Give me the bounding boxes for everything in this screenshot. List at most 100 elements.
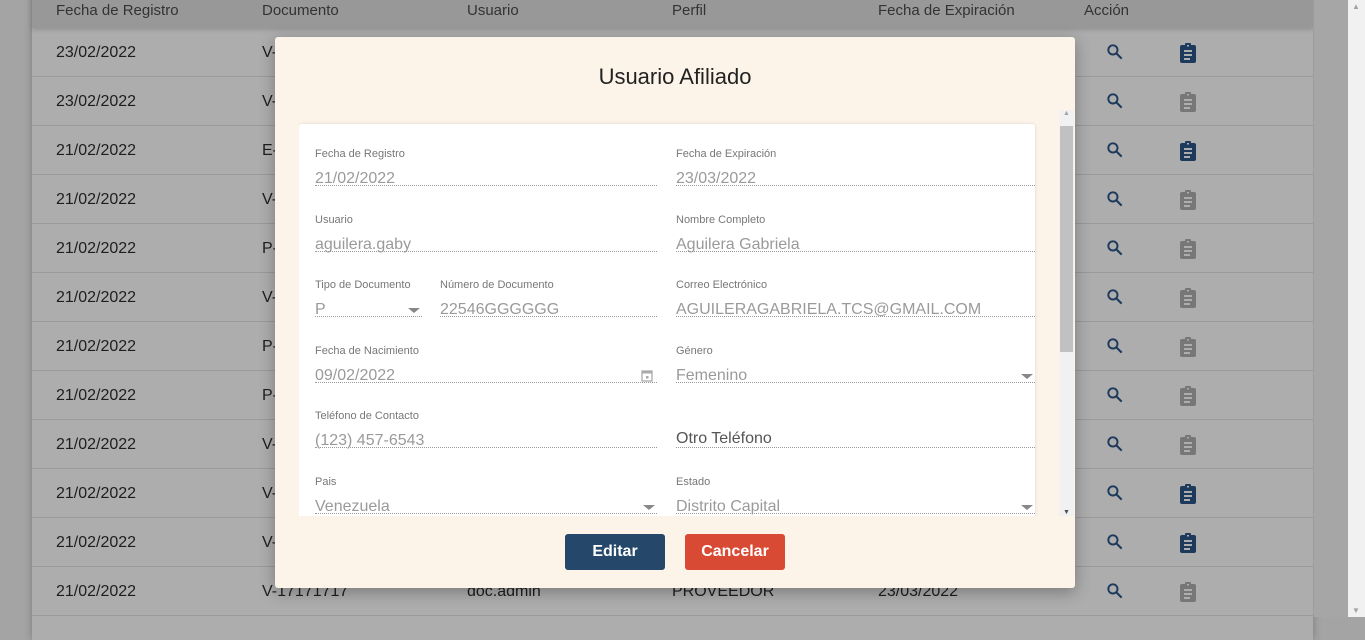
chevron-down-icon[interactable] [1021, 504, 1033, 510]
search-icon[interactable] [1105, 336, 1125, 361]
fecha-expiracion-value: 23/03/2022 [676, 170, 757, 187]
fecha-registro-field[interactable]: Fecha de Registro 21/02/2022 [315, 136, 657, 187]
nacimiento-field[interactable]: Fecha de Nacimiento 09/02/2022 [315, 333, 657, 384]
clipboard-icon[interactable] [1178, 581, 1198, 608]
page-scrollbar[interactable]: ▲ ▼ [1348, 0, 1365, 617]
search-icon[interactable] [1105, 483, 1125, 508]
nombre-field[interactable]: Nombre Completo Aguilera Gabriela [676, 202, 1035, 253]
cell-fecha-registro: 21/02/2022 [56, 142, 137, 159]
tipo-doc-label: Tipo de Documento [315, 279, 411, 291]
correo-value: AGUILERAGABRIELA.TCS@GMAIL.COM [676, 301, 982, 318]
clipboard-icon[interactable] [1178, 434, 1198, 461]
edit-button[interactable]: Editar [565, 534, 665, 570]
search-icon[interactable] [1105, 238, 1125, 263]
nombre-value: Aguilera Gabriela [676, 235, 800, 253]
search-icon[interactable] [1105, 581, 1125, 606]
correo-field[interactable]: Correo Electrónico AGUILERAGABRIELA.TCS@G… [676, 267, 1035, 318]
fecha-registro-value: 21/02/2022 [315, 170, 396, 187]
clipboard-icon[interactable] [1178, 287, 1198, 314]
cell-fecha-registro: 21/02/2022 [56, 485, 137, 502]
genero-value: Femenino [676, 366, 748, 384]
clipboard-icon[interactable] [1178, 532, 1198, 559]
usuario-label: Usuario [315, 213, 353, 226]
header-usuario[interactable]: Usuario [467, 2, 519, 19]
modal-title: Usuario Afiliado [598, 64, 752, 89]
scroll-down-icon[interactable]: ▼ [1352, 606, 1360, 615]
pais-field[interactable]: Pais Venezuela [315, 464, 657, 515]
estado-field[interactable]: Estado Distrito Capital [676, 464, 1035, 515]
tipo-doc-value: P [315, 301, 326, 318]
clipboard-icon[interactable] [1178, 336, 1198, 363]
clipboard-icon[interactable] [1178, 189, 1198, 216]
user-detail-modal: Usuario Afiliado Fecha de Registro 21/02/… [275, 37, 1075, 588]
correo-label: Correo Electrónico [676, 279, 768, 291]
cell-fecha-registro: 21/02/2022 [56, 534, 137, 551]
search-icon[interactable] [1105, 189, 1125, 214]
usuario-value: aguilera.gaby [315, 235, 412, 253]
search-icon[interactable] [1105, 91, 1125, 116]
header-perfil[interactable]: Perfil [672, 2, 706, 19]
pais-label: Pais [315, 475, 337, 488]
scroll-up-icon[interactable]: ▲ [1352, 2, 1360, 11]
clipboard-icon[interactable] [1178, 385, 1198, 412]
cell-fecha-registro: 21/02/2022 [56, 436, 137, 453]
header-fecha-expiracion[interactable]: Fecha de Expiración [878, 2, 1015, 19]
chevron-down-icon[interactable] [408, 308, 420, 313]
telefono-value: (123) 457-6543 [315, 432, 425, 449]
chevron-down-icon[interactable] [1021, 373, 1033, 379]
fecha-expiracion-label: Fecha de Expiración [676, 148, 777, 160]
scrollbar-thumb[interactable] [1060, 126, 1073, 352]
telefono-field[interactable]: Teléfono de Contacto (123) 457-6543 [315, 398, 657, 449]
num-doc-field[interactable]: Número de Documento 22546GGGGGG [440, 267, 657, 318]
header-documento[interactable]: Documento [262, 2, 339, 19]
modal-scroll-area: Fecha de Registro 21/02/2022 Fecha de Expi… [299, 110, 1059, 516]
telefono-label: Teléfono de Contacto [315, 410, 419, 422]
estado-label: Estado [676, 475, 711, 488]
chevron-down-icon[interactable] [643, 504, 655, 510]
clipboard-icon[interactable] [1178, 91, 1198, 118]
genero-field[interactable]: Género Femenino [676, 333, 1035, 384]
clipboard-icon[interactable] [1178, 483, 1198, 510]
nacimiento-value: 09/02/2022 [315, 366, 396, 384]
usuario-field[interactable]: Usuario aguilera.gaby [315, 202, 657, 253]
num-doc-label: Número de Documento [440, 279, 554, 291]
estado-value: Distrito Capital [676, 497, 781, 515]
cell-fecha-registro: 21/02/2022 [56, 240, 137, 257]
page-margin [1313, 0, 1348, 617]
pais-value: Venezuela [315, 497, 390, 515]
search-icon[interactable] [1105, 434, 1125, 459]
search-icon[interactable] [1105, 532, 1125, 557]
cell-fecha-registro: 21/02/2022 [56, 583, 137, 600]
scroll-down-icon[interactable]: ▼ [1063, 509, 1070, 516]
cell-fecha-registro: 21/02/2022 [56, 191, 137, 208]
search-icon[interactable] [1105, 385, 1125, 410]
clipboard-icon[interactable] [1178, 42, 1198, 69]
clipboard-icon[interactable] [1178, 140, 1198, 167]
nacimiento-label: Fecha de Nacimiento [315, 344, 419, 357]
header-fecha-registro[interactable]: Fecha de Registro [56, 2, 179, 19]
otro-telefono-field[interactable]: Otro Teléfono [676, 398, 1035, 448]
fecha-registro-label: Fecha de Registro [315, 148, 405, 160]
calendar-icon[interactable] [641, 369, 653, 387]
search-icon[interactable] [1105, 42, 1125, 67]
cell-fecha-registro: 21/02/2022 [56, 289, 137, 306]
scroll-up-icon[interactable]: ▲ [1063, 110, 1070, 117]
fecha-expiracion-field[interactable]: Fecha de Expiración 23/03/2022 [676, 136, 1035, 187]
search-icon[interactable] [1105, 140, 1125, 165]
genero-label: Género [676, 344, 713, 357]
cancel-button[interactable]: Cancelar [685, 534, 785, 570]
search-icon[interactable] [1105, 287, 1125, 312]
otro-telefono-placeholder: Otro Teléfono [676, 430, 772, 447]
num-doc-value: 22546GGGGGG [440, 301, 560, 318]
table-header: Fecha de Registro Documento Usuario Perf… [32, 0, 1313, 28]
cell-fecha-registro: 23/02/2022 [56, 93, 137, 110]
modal-scrollbar[interactable]: ▲ ▼ [1059, 110, 1074, 516]
tipo-doc-field[interactable]: Tipo de Documento P [315, 267, 422, 318]
clipboard-icon[interactable] [1178, 238, 1198, 265]
form-card: Fecha de Registro 21/02/2022 Fecha de Expi… [299, 124, 1035, 516]
header-accion: Acción [1084, 2, 1130, 19]
nombre-label: Nombre Completo [676, 213, 766, 226]
cell-fecha-registro: 21/02/2022 [56, 387, 137, 404]
cell-fecha-registro: 23/02/2022 [56, 44, 137, 61]
cell-fecha-registro: 21/02/2022 [56, 338, 137, 355]
